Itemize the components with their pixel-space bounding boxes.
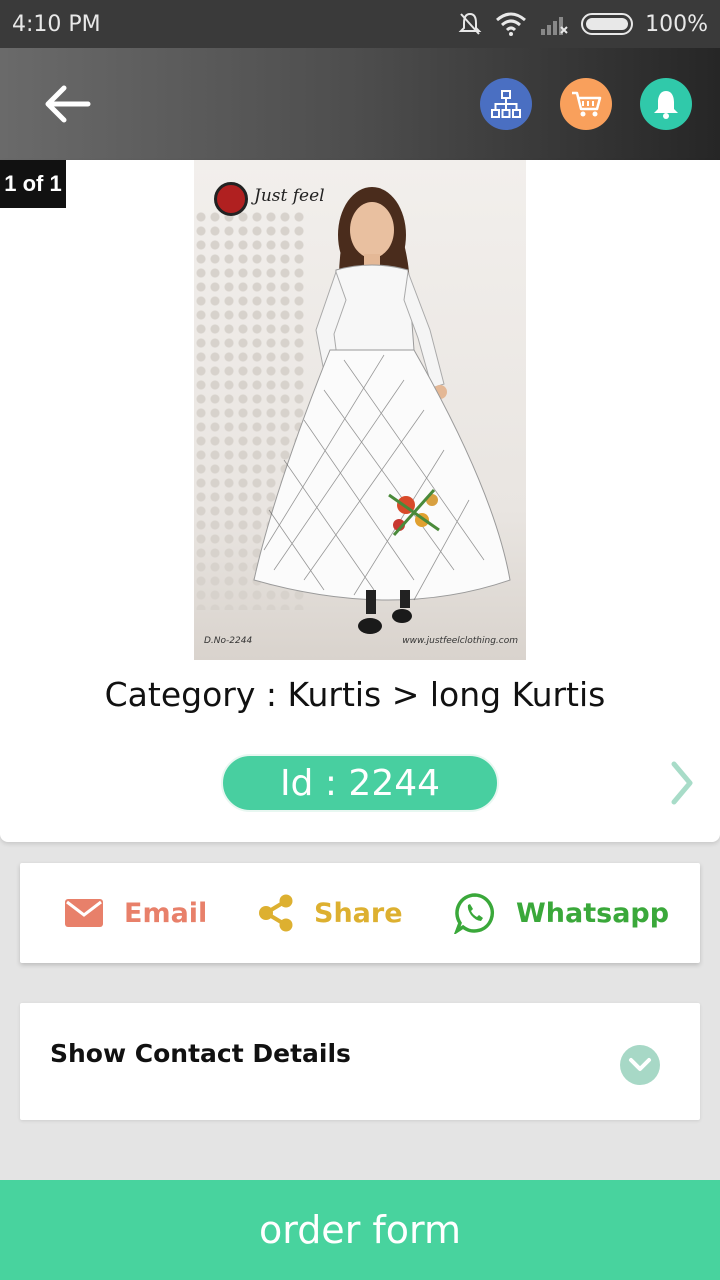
back-button[interactable] (40, 76, 96, 132)
share-button[interactable]: Share (258, 894, 403, 932)
email-icon (65, 899, 103, 927)
product-category: Category : Kurtis > long Kurtis (104, 675, 606, 714)
wifi-icon (496, 12, 527, 36)
whatsapp-button[interactable]: Whatsapp (454, 892, 669, 934)
expand-button[interactable] (620, 1045, 660, 1085)
app-bar (0, 48, 720, 160)
signal-icon (541, 17, 568, 35)
order-form-button[interactable]: order form (0, 1180, 720, 1280)
status-bar: 4:10 PM 100% (0, 0, 720, 48)
model-illustration (253, 187, 511, 634)
brand-logo-text: Just feel (254, 186, 325, 206)
contact-details-label: Show Contact Details (50, 1039, 351, 1068)
status-time: 4:10 PM (12, 11, 101, 37)
cart-button[interactable] (560, 78, 612, 130)
product-image[interactable]: Just feel D.No-2244 www.justfeelclothing… (194, 160, 526, 660)
mute-icon (458, 12, 482, 35)
cart-icon (572, 91, 602, 117)
share-icon (259, 894, 293, 932)
design-number: D.No-2244 (204, 636, 253, 646)
brand-logo-icon (214, 182, 248, 216)
share-actions-card: Email Share Whatsapp (20, 863, 700, 963)
brand-website: www.justfeelclothing.com (402, 636, 518, 646)
battery-percent: 100% (645, 11, 708, 37)
hierarchy-button[interactable] (480, 78, 532, 130)
product-card: Just feel D.No-2244 www.justfeelclothing… (0, 160, 720, 842)
back-arrow-icon (45, 85, 91, 123)
whatsapp-label: Whatsapp (516, 897, 670, 929)
share-label: Share (314, 897, 403, 929)
email-label: Email (124, 897, 208, 929)
product-id-badge: Id : 2244 (221, 754, 499, 812)
contact-details-card[interactable]: Show Contact Details (20, 1003, 700, 1120)
chevron-down-icon (629, 1058, 651, 1071)
next-arrow-icon[interactable] (666, 760, 696, 806)
whatsapp-icon (454, 893, 495, 934)
email-button[interactable]: Email (64, 897, 207, 929)
notifications-button[interactable] (640, 78, 692, 130)
image-counter: 1 of 1 (0, 160, 66, 208)
hierarchy-icon (491, 90, 521, 118)
battery-icon (581, 13, 634, 35)
bell-icon (654, 91, 678, 119)
